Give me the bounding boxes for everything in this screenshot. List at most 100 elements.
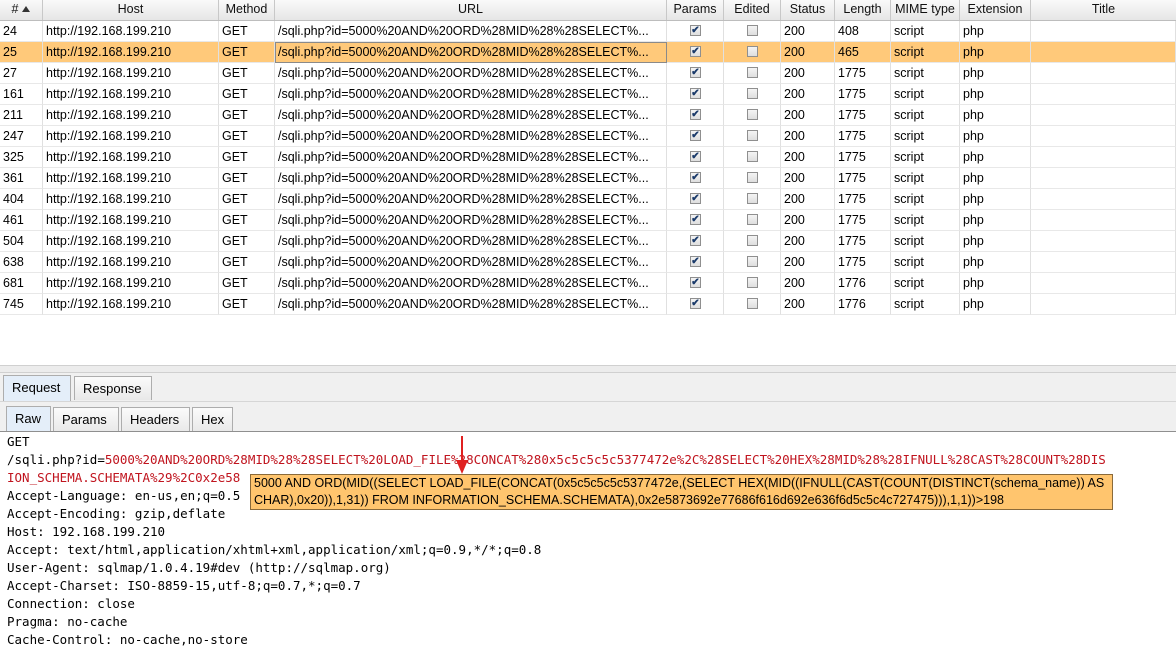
- cell-num: 504: [0, 231, 43, 252]
- column-header-edited[interactable]: Edited: [724, 0, 781, 20]
- table-row[interactable]: 24 http://192.168.199.210 GET/sqli.php?id=…: [0, 21, 1176, 42]
- cell-length: 1775: [835, 189, 891, 210]
- cell-status: 200: [781, 294, 835, 315]
- cell-url: /sqli.php?id=5000%20AND%20ORD%28MID%28%2…: [275, 147, 667, 168]
- edited-checkbox: [747, 46, 758, 57]
- edited-checkbox: [747, 151, 758, 162]
- cell-mime: script: [891, 273, 960, 294]
- cell-ext: php: [960, 126, 1031, 147]
- cell-params: ✔: [667, 63, 724, 84]
- table-row[interactable]: 325 http://192.168.199.210 GET/sqli.php?id…: [0, 147, 1176, 168]
- cell-edited: [724, 252, 781, 273]
- cell-params: ✔: [667, 21, 724, 42]
- tab-hex[interactable]: Hex: [192, 407, 233, 432]
- cell-method: GET: [219, 63, 275, 84]
- table-row[interactable]: 404 http://192.168.199.210 GET/sqli.php?id…: [0, 189, 1176, 210]
- cell-url: /sqli.php?id=5000%20AND%20ORD%28MID%28%2…: [275, 126, 667, 147]
- cell-mime: script: [891, 126, 960, 147]
- cell-ext: php: [960, 84, 1031, 105]
- tab-params[interactable]: Params: [53, 407, 119, 432]
- raw-request-editor[interactable]: GET /sqli.php?id=5000%20AND%20ORD%28MID%…: [0, 432, 1176, 664]
- cell-url: /sqli.php?id=5000%20AND%20ORD%28MID%28%2…: [275, 273, 667, 294]
- tab-response[interactable]: Response: [74, 376, 152, 400]
- message-tabs: Request Response: [0, 373, 1176, 401]
- cell-status: 200: [781, 84, 835, 105]
- cell-title: [1031, 105, 1176, 126]
- table-row[interactable]: 25 http://192.168.199.210 GET/sqli.php?id=…: [0, 42, 1176, 63]
- cell-ext: php: [960, 21, 1031, 42]
- edited-checkbox: [747, 193, 758, 204]
- cell-status: 200: [781, 189, 835, 210]
- params-checkbox: ✔: [690, 25, 701, 36]
- params-checkbox: ✔: [690, 256, 701, 267]
- cell-title: [1031, 252, 1176, 273]
- table-row[interactable]: 745 http://192.168.199.210 GET/sqli.php?id…: [0, 294, 1176, 315]
- cell-mime: script: [891, 252, 960, 273]
- column-header-host[interactable]: Host: [43, 0, 219, 20]
- tab-request[interactable]: Request: [3, 375, 71, 401]
- cell-mime: script: [891, 84, 960, 105]
- params-checkbox: ✔: [690, 277, 701, 288]
- params-checkbox: ✔: [690, 130, 701, 141]
- table-row[interactable]: 247 http://192.168.199.210 GET/sqli.php?id…: [0, 126, 1176, 147]
- cell-url: /sqli.php?id=5000%20AND%20ORD%28MID%28%2…: [275, 252, 667, 273]
- header-line: Accept-Charset: ISO-8859-15,utf-8;q=0.7,…: [7, 578, 361, 593]
- cell-num: 211: [0, 105, 43, 126]
- cell-status: 200: [781, 231, 835, 252]
- table-row[interactable]: 504 http://192.168.199.210 GET/sqli.php?id…: [0, 231, 1176, 252]
- cell-mime: script: [891, 294, 960, 315]
- cell-method: GET: [219, 189, 275, 210]
- cell-method: GET: [219, 210, 275, 231]
- cell-length: 1775: [835, 231, 891, 252]
- cell-length: 1775: [835, 210, 891, 231]
- tab-headers[interactable]: Headers: [121, 407, 190, 432]
- cell-params: ✔: [667, 294, 724, 315]
- cell-num: 24: [0, 21, 43, 42]
- cell-mime: script: [891, 147, 960, 168]
- table-row[interactable]: 27 http://192.168.199.210 GET/sqli.php?id=…: [0, 63, 1176, 84]
- cell-status: 200: [781, 42, 835, 63]
- cell-title: [1031, 210, 1176, 231]
- tab-raw[interactable]: Raw: [6, 406, 51, 432]
- header-line: Accept-Encoding: gzip,deflate: [7, 506, 226, 521]
- table-row[interactable]: 161 http://192.168.199.210 GET/sqli.php?id…: [0, 84, 1176, 105]
- column-header-length[interactable]: Length: [835, 0, 891, 20]
- cell-mime: script: [891, 42, 960, 63]
- table-row[interactable]: 361 http://192.168.199.210 GET/sqli.php?id…: [0, 168, 1176, 189]
- cell-ext: php: [960, 63, 1031, 84]
- cell-status: 200: [781, 126, 835, 147]
- cell-host: http://192.168.199.210: [43, 126, 219, 147]
- cell-url: /sqli.php?id=5000%20AND%20ORD%28MID%28%2…: [275, 210, 667, 231]
- cell-edited: [724, 273, 781, 294]
- header-line: Host: 192.168.199.210: [7, 524, 166, 539]
- cell-params: ✔: [667, 147, 724, 168]
- cell-method: GET: [219, 42, 275, 63]
- column-header-method[interactable]: Method: [219, 0, 275, 20]
- column-header-title[interactable]: Title: [1031, 0, 1176, 20]
- column-header-num[interactable]: #: [0, 0, 43, 20]
- column-header-url[interactable]: URL: [275, 0, 667, 20]
- column-header-status[interactable]: Status: [781, 0, 835, 20]
- edited-checkbox: [747, 298, 758, 309]
- cell-num: 404: [0, 189, 43, 210]
- cell-method: GET: [219, 126, 275, 147]
- cell-host: http://192.168.199.210: [43, 210, 219, 231]
- cell-length: 1776: [835, 294, 891, 315]
- edited-checkbox: [747, 67, 758, 78]
- table-row[interactable]: 461 http://192.168.199.210 GET/sqli.php?id…: [0, 210, 1176, 231]
- column-header-mime[interactable]: MIME type: [891, 0, 960, 20]
- cell-num: 27: [0, 63, 43, 84]
- table-row[interactable]: 638 http://192.168.199.210 GET/sqli.php?id…: [0, 252, 1176, 273]
- column-header-extension[interactable]: Extension: [960, 0, 1031, 20]
- pane-splitter[interactable]: [0, 365, 1176, 373]
- cell-mime: script: [891, 231, 960, 252]
- cell-title: [1031, 168, 1176, 189]
- cell-title: [1031, 231, 1176, 252]
- table-row[interactable]: 211 http://192.168.199.210 GET/sqli.php?id…: [0, 105, 1176, 126]
- params-checkbox: ✔: [690, 109, 701, 120]
- cell-edited: [724, 147, 781, 168]
- column-header-params[interactable]: Params: [667, 0, 724, 20]
- table-row[interactable]: 681 http://192.168.199.210 GET/sqli.php?id…: [0, 273, 1176, 294]
- cell-title: [1031, 42, 1176, 63]
- cell-host: http://192.168.199.210: [43, 105, 219, 126]
